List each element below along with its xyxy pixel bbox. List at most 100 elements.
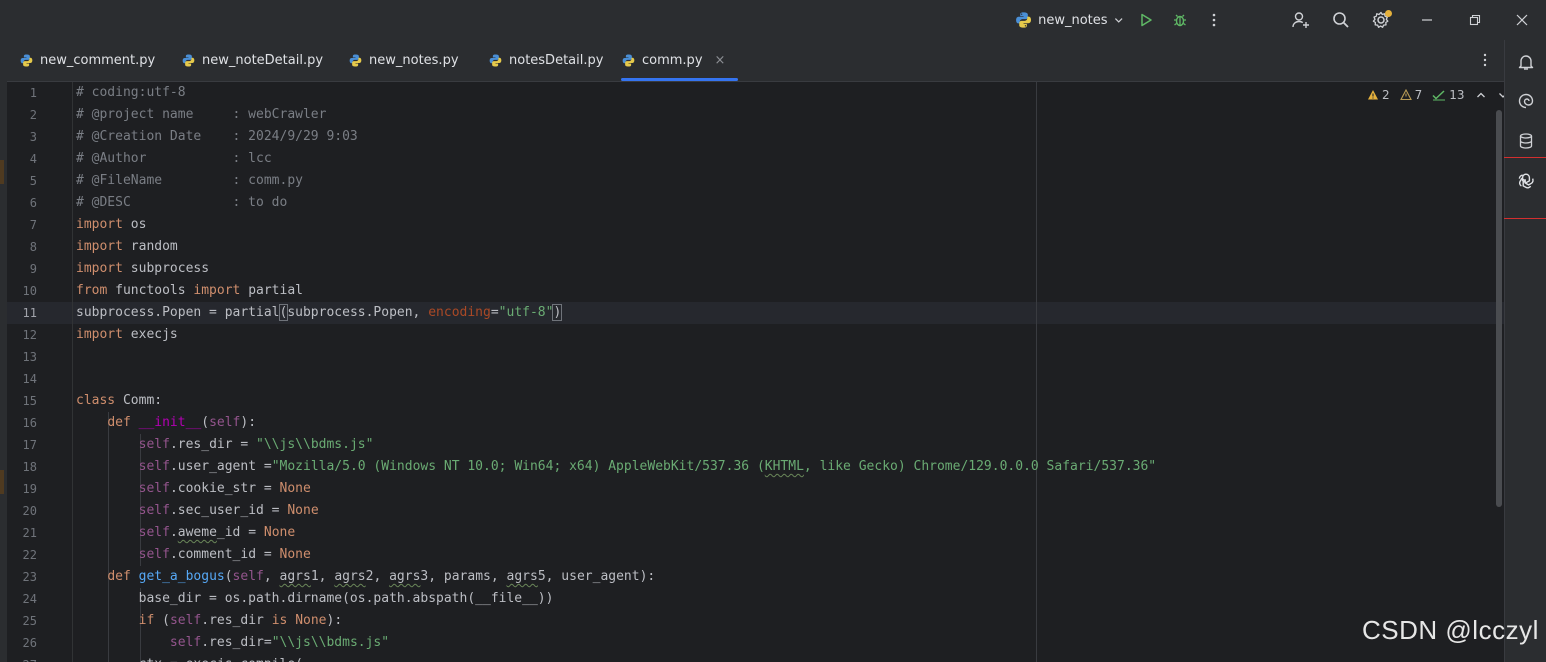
tab-options-button[interactable] bbox=[1478, 52, 1492, 72]
close-window-button[interactable] bbox=[1505, 0, 1539, 40]
code-line[interactable] bbox=[76, 368, 1504, 390]
bug-icon bbox=[1174, 14, 1186, 27]
line-number: 13 bbox=[22, 350, 37, 364]
code-token: aweme bbox=[177, 525, 217, 540]
code-token: agrs bbox=[334, 569, 366, 584]
line-number: 18 bbox=[22, 460, 37, 474]
error-count[interactable]: 2 bbox=[1367, 88, 1390, 102]
inspection-widget[interactable]: 2 7 13 bbox=[1367, 86, 1504, 104]
tab-notesDetail-py[interactable]: notesDetail.py bbox=[488, 40, 608, 81]
warning-count[interactable]: 7 bbox=[1399, 88, 1422, 102]
code-line[interactable]: self.sec_user_id = None bbox=[76, 500, 1504, 522]
tab-label: new_comment.py bbox=[40, 53, 156, 68]
spiral-icon bbox=[1518, 93, 1534, 109]
code-token: agrs bbox=[389, 569, 421, 584]
code-token: os bbox=[122, 217, 147, 232]
line-number: 8 bbox=[29, 240, 37, 254]
code-token: functools bbox=[107, 283, 194, 298]
code-token: import bbox=[76, 239, 123, 254]
code-line[interactable]: # @FileName : comm.py bbox=[76, 170, 1504, 192]
code-line[interactable]: if (self.res_dir is None): bbox=[76, 610, 1504, 632]
close-icon bbox=[1516, 14, 1528, 26]
code-token: 1, bbox=[310, 569, 335, 584]
code-token: self bbox=[232, 569, 264, 584]
notifications-button[interactable] bbox=[1514, 50, 1538, 74]
code-line[interactable]: self.user_agent ="Mozilla/5.0 (Windows N… bbox=[76, 456, 1504, 478]
code-token: , bbox=[263, 569, 280, 584]
right-tool-window-bar bbox=[1496, 40, 1546, 662]
chevron-up-icon[interactable] bbox=[1475, 89, 1487, 101]
code-line[interactable]: def get_a_bogus(self, agrs1, agrs2, agrs… bbox=[76, 566, 1504, 588]
close-tab-icon[interactable]: × bbox=[715, 53, 726, 68]
code-line[interactable]: self.res_dir="\\js\\bdms.js" bbox=[76, 632, 1504, 654]
python-file-icon bbox=[20, 54, 33, 67]
tab-new-comment-py[interactable]: new_comment.py bbox=[19, 40, 159, 81]
code-line[interactable]: # @DESC : to do bbox=[76, 192, 1504, 214]
vertical-dots-icon bbox=[1483, 53, 1487, 67]
change-marker bbox=[0, 470, 4, 494]
code-token: self bbox=[169, 635, 202, 650]
line-number: 19 bbox=[22, 482, 37, 496]
vertical-scrollbar[interactable] bbox=[1496, 110, 1502, 507]
run-configuration-selector[interactable]: new_notes bbox=[1014, 0, 1124, 40]
code-with-me-button[interactable] bbox=[1284, 0, 1318, 40]
code-line[interactable]: # @Author : lcc bbox=[76, 148, 1504, 170]
code-token: # coding:utf-8 bbox=[76, 85, 186, 100]
watermark: CSDN @lcczyl bbox=[1362, 615, 1539, 645]
ai-assistant-button[interactable] bbox=[1514, 89, 1538, 113]
code-line[interactable]: class Comm: bbox=[76, 390, 1504, 412]
line-number: 10 bbox=[22, 284, 37, 298]
database-button[interactable] bbox=[1514, 129, 1538, 153]
code-token: "utf-8" bbox=[498, 305, 554, 320]
tab-new-noteDetail-py[interactable]: new_noteDetail.py bbox=[181, 40, 331, 81]
more-actions-button[interactable] bbox=[1197, 0, 1231, 40]
typo-count[interactable]: 13 bbox=[1432, 88, 1465, 102]
minimize-button[interactable] bbox=[1410, 0, 1444, 40]
code-token: class bbox=[76, 393, 116, 408]
code-line[interactable]: import random bbox=[76, 236, 1504, 258]
code-line[interactable]: from functools import partial bbox=[76, 280, 1504, 302]
code-line[interactable]: ctx = execjs.compile( bbox=[76, 654, 1504, 662]
code-token: None bbox=[279, 481, 311, 496]
line-number: 26 bbox=[22, 636, 37, 650]
code-token: random bbox=[122, 239, 178, 254]
code-token: def bbox=[107, 569, 131, 584]
code-line[interactable]: self.cookie_str = None bbox=[76, 478, 1504, 500]
line-number: 25 bbox=[22, 614, 37, 628]
line-number: 3 bbox=[29, 130, 37, 144]
python-icon bbox=[1016, 12, 1031, 28]
code-line[interactable]: def __init__(self): bbox=[76, 412, 1504, 434]
code-line[interactable]: self.res_dir = "\\js\\bdms.js" bbox=[76, 434, 1504, 456]
code-token: self bbox=[138, 481, 170, 496]
run-button[interactable] bbox=[1129, 0, 1163, 40]
code-line[interactable]: subprocess.Popen = partial(subprocess.Po… bbox=[76, 302, 1504, 324]
code-token: 2, bbox=[365, 569, 390, 584]
search-icon bbox=[1333, 12, 1349, 28]
restore-icon bbox=[1469, 14, 1481, 26]
code-line[interactable]: # @project name : webCrawler bbox=[76, 104, 1504, 126]
code-line[interactable]: self.aweme_id = None bbox=[76, 522, 1504, 544]
chevron-down-icon[interactable] bbox=[1497, 89, 1504, 101]
settings-button[interactable] bbox=[1364, 0, 1398, 40]
code-line[interactable]: # @Creation Date : 2024/9/29 9:03 bbox=[76, 126, 1504, 148]
code-line[interactable]: import os bbox=[76, 214, 1504, 236]
code-line[interactable]: # coding:utf-8 bbox=[76, 82, 1504, 104]
tab-comm-py[interactable]: comm.py × bbox=[621, 40, 738, 81]
chatgpt-plugin-button[interactable] bbox=[1514, 169, 1538, 193]
code-line[interactable]: base_dir = os.path.dirname(os.path.abspa… bbox=[76, 588, 1504, 610]
code-line[interactable]: self.comment_id = None bbox=[76, 544, 1504, 566]
code-token: subprocess bbox=[122, 261, 210, 276]
restore-button[interactable] bbox=[1458, 0, 1492, 40]
debug-button[interactable] bbox=[1163, 0, 1197, 40]
vertical-dots-icon bbox=[1212, 13, 1216, 27]
code-line[interactable] bbox=[76, 346, 1504, 368]
gutter-divider bbox=[72, 82, 73, 662]
tab-new-notes-py[interactable]: new_notes.py bbox=[348, 40, 468, 81]
search-everywhere-button[interactable] bbox=[1324, 0, 1358, 40]
code-editor[interactable]: 1 2 3 4 5 6 7 8 9 10 11 12 13 14 15 16 17 18 19 20 21 22 23 24 2… bbox=[7, 82, 1504, 662]
code-line[interactable]: import subprocess bbox=[76, 258, 1504, 280]
code-line[interactable]: import execjs bbox=[76, 324, 1504, 346]
